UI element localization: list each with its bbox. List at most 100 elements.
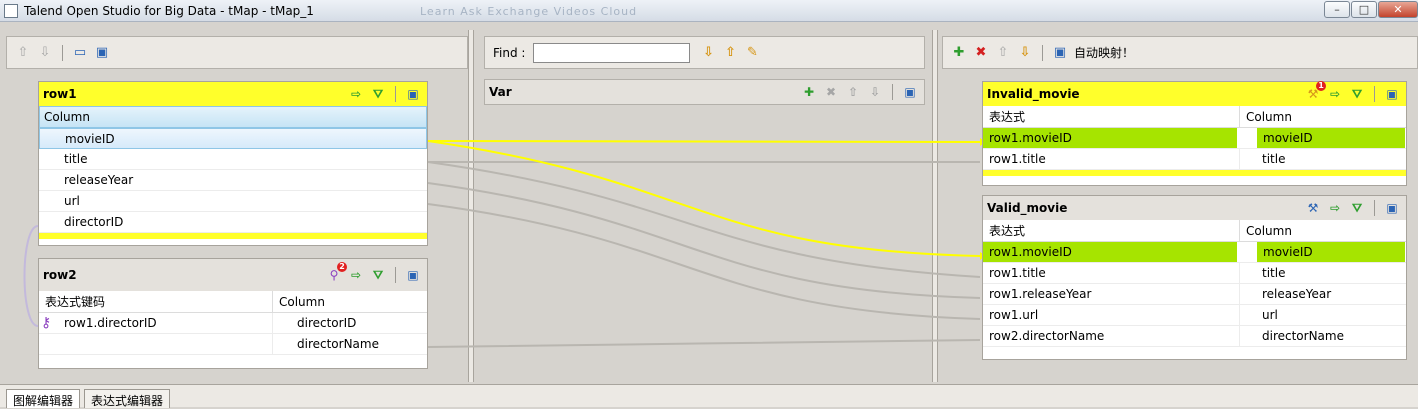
move-down-icon[interactable]: ⇩: [37, 45, 53, 61]
expression-cell[interactable]: row1.movieID: [983, 242, 1237, 262]
table-row[interactable]: row1.title title: [983, 149, 1406, 170]
settings-wrench-icon[interactable]: ⚒: [1305, 200, 1321, 216]
move-up-icon[interactable]: ⇧: [845, 84, 861, 100]
column-cell[interactable]: movieID: [1257, 242, 1405, 262]
valid-movie-header[interactable]: Valid_movie ⚒ ⇨ ⛛ ▣: [983, 196, 1406, 220]
expression-key-header[interactable]: 表达式键码: [39, 293, 272, 310]
column-header[interactable]: Column: [1239, 106, 1292, 127]
column-header-row: 表达式 Column: [983, 106, 1406, 128]
find-previous-icon[interactable]: ⇧: [722, 45, 738, 61]
column-cell[interactable]: title: [1239, 149, 1285, 169]
tab-expression-editor[interactable]: 表达式编辑器: [84, 389, 171, 408]
expression-cell[interactable]: row1.title: [983, 149, 1239, 169]
toolbar-separator: [1374, 200, 1375, 216]
column-header[interactable]: Column: [39, 106, 427, 128]
column-cell[interactable]: title: [1239, 263, 1285, 283]
move-up-icon[interactable]: ⇧: [995, 45, 1011, 61]
highlight-wand-icon[interactable]: ✎: [744, 45, 760, 61]
column-header-row: 表达式键码 Column: [39, 291, 427, 313]
toolbar-separator: [62, 44, 63, 61]
key-icon[interactable]: ⚲ 2: [326, 262, 347, 283]
expression-cell[interactable]: [39, 334, 272, 354]
minimize-table-icon[interactable]: ▣: [1384, 86, 1400, 102]
link-movieid-valid: [427, 140, 981, 257]
column-header-row: 表达式 Column: [983, 220, 1406, 242]
remove-output-icon[interactable]: ✖: [973, 45, 989, 61]
title-bar: Talend Open Studio for Big Data - tMap -…: [0, 0, 1418, 22]
filter-icon[interactable]: ⛛: [1349, 200, 1365, 216]
minimize-table-icon[interactable]: ▣: [405, 86, 421, 102]
close-button[interactable]: ✕: [1378, 1, 1418, 18]
move-up-icon[interactable]: ⇧: [15, 45, 31, 61]
row1-header[interactable]: row1 ⇨ ⛛ ▣: [39, 82, 427, 106]
invalid-movie-header[interactable]: Invalid_movie ⚒ 1 ⇨ ⛛ ▣: [983, 81, 1406, 106]
remove-variable-icon[interactable]: ✖: [823, 84, 839, 100]
expression-header[interactable]: 表达式: [983, 222, 1239, 239]
output-toolbar: ✚ ✖ ⇧ ⇩ ▣ 自动映射！: [942, 36, 1418, 69]
expression-cell[interactable]: row2.directorName: [983, 326, 1239, 346]
minimize-table-icon[interactable]: ▣: [902, 84, 918, 100]
find-next-icon[interactable]: ⇩: [700, 45, 716, 61]
table-row[interactable]: title: [39, 149, 427, 170]
input-toolbar: ⇧ ⇩ ▭ ▣: [6, 36, 468, 69]
lookup-link: [23, 225, 39, 327]
add-output-icon[interactable]: ✚: [951, 45, 967, 61]
expression-cell[interactable]: row1.title: [983, 263, 1239, 283]
var-header[interactable]: Var ✚ ✖ ⇧ ⇩ ▣: [485, 80, 924, 104]
filter-icon[interactable]: ⛛: [370, 86, 386, 102]
column-cell[interactable]: directorName: [1239, 326, 1344, 346]
add-variable-icon[interactable]: ✚: [801, 84, 817, 100]
add-filter-icon[interactable]: ⇨: [348, 86, 364, 102]
column-cell[interactable]: movieID: [1257, 128, 1405, 148]
column-header[interactable]: Column: [1239, 220, 1292, 241]
filter-icon[interactable]: ⛛: [370, 267, 386, 283]
add-filter-icon[interactable]: ⇨: [1327, 200, 1343, 216]
table-row[interactable]: row1.url url: [983, 305, 1406, 326]
table-row[interactable]: directorName: [39, 334, 427, 355]
column-header[interactable]: Column: [272, 291, 325, 312]
table-row[interactable]: ⚷ row1.directorID directorID: [39, 313, 427, 334]
tab-diagram-editor[interactable]: 图解编辑器: [6, 389, 81, 408]
maximize-button[interactable]: □: [1351, 1, 1377, 18]
expression-cell[interactable]: row1.url: [983, 305, 1239, 325]
add-filter-icon[interactable]: ⇨: [348, 267, 364, 283]
expression-cell[interactable]: row1.directorID: [59, 313, 272, 333]
find-input[interactable]: [533, 42, 691, 63]
table-row[interactable]: row1.title title: [983, 263, 1406, 284]
invalid-movie-table: Invalid_movie ⚒ 1 ⇨ ⛛ ▣ 表达式 Column row1.m…: [982, 81, 1407, 186]
key-count-badge: 2: [337, 262, 347, 272]
table-row[interactable]: row1.releaseYear releaseYear: [983, 284, 1406, 305]
right-splitter[interactable]: [932, 30, 938, 382]
valid-movie-title: Valid_movie: [987, 201, 1068, 215]
link-movieid-invalid: [427, 140, 981, 143]
table-row[interactable]: releaseYear: [39, 170, 427, 191]
expression-header[interactable]: 表达式: [983, 108, 1239, 125]
left-splitter[interactable]: [468, 30, 474, 382]
column-cell[interactable]: directorID: [272, 313, 356, 333]
settings-wrench-icon[interactable]: ⚒ 1: [1305, 81, 1326, 102]
row2-header[interactable]: row2 ⚲ 2 ⇨ ⛛ ▣: [39, 259, 427, 291]
restore-tables-icon[interactable]: ▣: [94, 45, 110, 61]
table-row[interactable]: movieID: [39, 128, 427, 149]
table-row[interactable]: row1.movieID movieID: [983, 128, 1406, 149]
table-row[interactable]: url: [39, 191, 427, 212]
expression-cell[interactable]: row1.releaseYear: [983, 284, 1239, 304]
minimize-tables-icon[interactable]: ▭: [72, 45, 88, 61]
minimize-table-icon[interactable]: ▣: [405, 267, 421, 283]
minimize-button[interactable]: –: [1324, 1, 1350, 18]
column-cell[interactable]: url: [1239, 305, 1278, 325]
expression-cell[interactable]: row1.movieID: [983, 128, 1237, 148]
minimize-tables-icon[interactable]: ▣: [1052, 45, 1068, 61]
auto-map-button[interactable]: 自动映射！: [1074, 44, 1134, 61]
minimize-table-icon[interactable]: ▣: [1384, 200, 1400, 216]
column-cell[interactable]: releaseYear: [1239, 284, 1331, 304]
add-filter-icon[interactable]: ⇨: [1327, 86, 1343, 102]
table-row[interactable]: directorID: [39, 212, 427, 233]
column-cell[interactable]: directorName: [272, 334, 379, 354]
table-row[interactable]: row1.movieID movieID: [983, 242, 1406, 263]
move-down-icon[interactable]: ⇩: [867, 84, 883, 100]
filter-icon[interactable]: ⛛: [1349, 86, 1365, 102]
table-footer: [983, 170, 1406, 176]
move-down-icon[interactable]: ⇩: [1017, 45, 1033, 61]
table-row[interactable]: row2.directorName directorName: [983, 326, 1406, 347]
